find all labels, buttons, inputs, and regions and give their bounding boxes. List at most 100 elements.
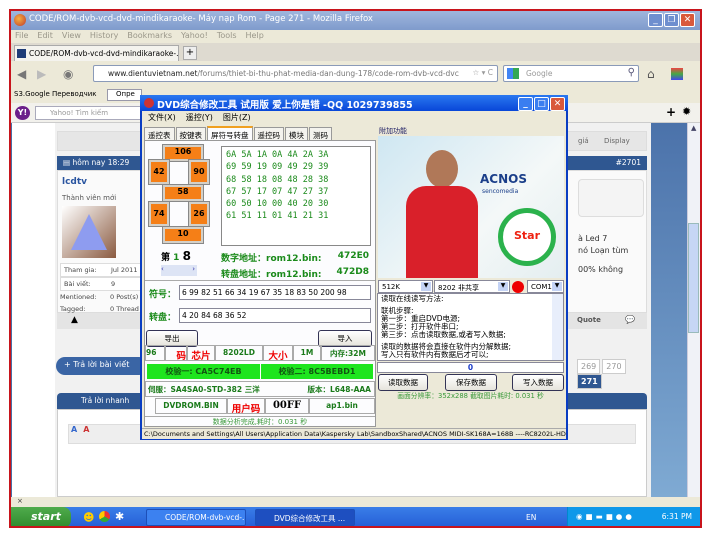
scrollbar-thumb[interactable]	[688, 223, 699, 333]
segment-button[interactable]: 10	[162, 226, 204, 244]
instructions-text[interactable]: 读取在线读写方法: 联机步骤: 第一步：重启DVD电源; 第二步：打开软件串口; 第三步…	[377, 293, 564, 361]
home-icon[interactable]: ⌂	[647, 67, 655, 81]
rating-menu[interactable]: giá	[578, 137, 589, 145]
segment-button[interactable]: 106	[162, 144, 204, 162]
url-domain: www.dientuvietnam.net	[108, 69, 198, 78]
tab-remote-code[interactable]: 遥控码	[253, 127, 284, 141]
hex-row: 61 51 11 01 41 21 31	[226, 211, 329, 222]
menu-yahoo[interactable]: Yahoo!	[181, 31, 208, 40]
bookmark-translate[interactable]: S3.Google Переводчик	[14, 90, 97, 98]
menu-bookmarks[interactable]: Bookmarks	[127, 31, 172, 40]
write-data-button[interactable]: 写入数据	[512, 374, 564, 391]
feedback-icon[interactable]: ◉	[63, 67, 73, 81]
chevron-down-icon: ▼	[498, 282, 508, 291]
segment-button[interactable]: 42	[148, 159, 170, 185]
new-tab-button[interactable]: +	[183, 46, 197, 60]
back-icon[interactable]: ◀	[17, 67, 26, 81]
close-button[interactable]: ✕	[680, 13, 695, 27]
menu-help[interactable]: Help	[246, 31, 264, 40]
segment-button[interactable]: 58	[162, 184, 204, 202]
warning-icon[interactable]: ▲	[71, 315, 78, 325]
plus-icon[interactable]: +	[666, 105, 676, 119]
user-code-value[interactable]: 00FF	[265, 398, 309, 414]
yahoo-search-input[interactable]: Yahoo! Tìm kiếm	[35, 106, 155, 120]
disc-input[interactable]: 4 20 84 68 36 52	[179, 308, 371, 323]
page-link[interactable]: 269	[577, 359, 601, 374]
menu-history[interactable]: History	[90, 31, 118, 40]
bookmark-field[interactable]: Опре	[107, 89, 142, 101]
start-button[interactable]: start	[11, 507, 71, 526]
tray-icons[interactable]: ◉■▬■●●	[568, 512, 635, 521]
page-link[interactable]: 270	[602, 359, 626, 374]
menu-file[interactable]: 文件(X)	[148, 113, 176, 122]
chrome-icon[interactable]	[99, 511, 110, 522]
search-field[interactable]: Google ⚲	[503, 65, 639, 82]
close-addon-bar[interactable]: ×	[17, 497, 23, 505]
info-label: Tham gia:	[64, 266, 97, 274]
reply-button[interactable]: + Trả lời bài viết	[56, 357, 148, 375]
chip-select[interactable]: 8202 非共享 ▼	[434, 280, 510, 293]
post-number[interactable]: #2701	[616, 158, 641, 167]
dvd-close-button[interactable]: ✕	[550, 97, 565, 111]
resolution-status: 画面分辨率：352x288 截取图片耗时: 0.031 秒	[397, 392, 544, 400]
segment-button[interactable]: 90	[188, 159, 210, 185]
tab-module[interactable]: 模块	[285, 127, 308, 141]
quote-button[interactable]: Quote	[577, 316, 601, 324]
tab-forum[interactable]: CODE/ROM-dvb-vcd-dvd-mindikaraoke-...	[14, 45, 179, 61]
dvd-minimize-button[interactable]: _	[518, 97, 533, 111]
read-data-button[interactable]: 读取数据	[378, 374, 428, 391]
scroll-up-icon[interactable]: ▲	[688, 124, 696, 132]
username[interactable]: lcdtv	[62, 177, 87, 187]
hex-code-grid[interactable]: 6A 5A 1A 0A 4A 2A 3A 69 59 19 09 49 29 39…	[221, 146, 371, 246]
addon-icon[interactable]	[671, 68, 683, 80]
tab-symbol-disc[interactable]: 屏符号转盘	[207, 126, 253, 140]
menu-view[interactable]: View	[62, 31, 81, 40]
minimize-button[interactable]: _	[648, 13, 663, 27]
next-icon[interactable]: ›	[192, 265, 195, 273]
asterisk-icon[interactable]: ✱	[115, 510, 124, 523]
font-color-icon[interactable]: A	[79, 421, 93, 438]
url-field[interactable]: www.dientuvietnam.net/forums/thiet-bi-th…	[93, 65, 498, 82]
clock[interactable]: 6:31 PM	[662, 512, 692, 521]
multi-quote-icon[interactable]: 💬	[625, 315, 635, 324]
maximize-button[interactable]: ❐	[664, 13, 679, 27]
avatar[interactable]	[62, 206, 116, 258]
page-current[interactable]: 271	[577, 374, 602, 389]
language-indicator[interactable]: EN	[526, 513, 536, 522]
chevron-down-icon: ▼	[421, 282, 431, 291]
dvd-maximize-button[interactable]: □	[534, 97, 549, 111]
task-firefox[interactable]: CODE/ROM-dvb-vcd-...	[146, 509, 246, 526]
forward-icon[interactable]: ▶	[37, 67, 46, 81]
menu-file[interactable]: File	[15, 31, 28, 40]
star-icon[interactable]: ☆ ▾ C	[473, 68, 494, 77]
yahoo-logo[interactable]: Y!	[15, 106, 30, 120]
size-select[interactable]: 512K ▼	[378, 280, 433, 293]
page-scroller[interactable]: ‹ ›	[161, 265, 197, 276]
symbol-input[interactable]: 6 99 82 51 66 34 19 67 35 18 83 50 200 9…	[179, 285, 371, 300]
title-bar: CODE/ROM-dvb-vcd-dvd-mindikaraoke- Máy n…	[11, 11, 700, 30]
quicklaunch-icon[interactable]: ☻	[83, 511, 94, 524]
dvd-window-title: DVD综合修改工具 试用版 爱上你是错 -QQ 1029739855	[157, 100, 413, 111]
segment-button[interactable]: 26	[188, 201, 210, 227]
display-menu[interactable]: Display	[604, 137, 630, 145]
menu-remote[interactable]: 遥控(Y)	[186, 113, 213, 122]
hex-row: 6A 5A 1A 0A 4A 2A 3A	[226, 150, 329, 160]
menu-image[interactable]: 图片(Z)	[223, 113, 251, 122]
menu-edit[interactable]: Edit	[37, 31, 53, 40]
save-data-button[interactable]: 保存数据	[445, 374, 497, 391]
task-dvd-tool[interactable]: DVD综合修改工具 ...	[255, 509, 355, 526]
search-icon[interactable]: ⚲	[628, 67, 635, 78]
tab-key-table[interactable]: 按键表	[175, 127, 206, 141]
quick-reply-title: Trả lời nhanh	[81, 396, 130, 405]
com-select[interactable]: COM1 ▼	[527, 280, 564, 293]
notes-scrollbar[interactable]	[552, 294, 563, 360]
tab-remote-table[interactable]: 遥控表	[144, 127, 175, 141]
chip-label: 芯片	[187, 345, 215, 362]
font-size-icon[interactable]: A	[69, 423, 79, 436]
size-label: 大小	[263, 345, 293, 362]
segment-button[interactable]: 74	[148, 201, 170, 227]
gear-icon[interactable]: ✹	[682, 105, 691, 118]
tab-test-code[interactable]: 测码	[309, 127, 332, 141]
menu-tools[interactable]: Tools	[217, 31, 237, 40]
prev-icon[interactable]: ‹	[161, 265, 164, 273]
